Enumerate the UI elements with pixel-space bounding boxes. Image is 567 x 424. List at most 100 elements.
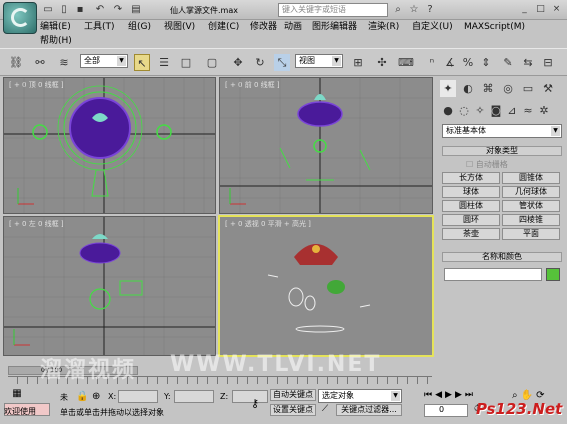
box-button[interactable]: 长方体: [442, 172, 500, 184]
viewport-top[interactable]: [ + 0 顶 0 线框 ]: [3, 77, 216, 214]
object-type-rollout[interactable]: 对象类型: [442, 146, 562, 156]
play-icon[interactable]: ▶: [445, 390, 455, 400]
set-key-button[interactable]: 设置关键点: [270, 404, 316, 416]
rect-selection-icon[interactable]: □: [178, 54, 194, 71]
plane-button[interactable]: 平面: [502, 228, 560, 240]
menu-tools[interactable]: 工具(T): [84, 22, 115, 33]
viewport-front[interactable]: [ + 0 前 0 线框 ]: [219, 77, 433, 214]
key-selection-select[interactable]: 选定对象 ▼: [318, 389, 402, 403]
help-icon[interactable]: ?: [424, 4, 436, 16]
search-input[interactable]: 键入关键字或短语: [278, 3, 388, 17]
project-folder-icon[interactable]: ▤: [130, 4, 142, 16]
menu-customize[interactable]: 自定义(U): [412, 22, 453, 33]
key-filters-button[interactable]: 关键点过滤器...: [336, 404, 402, 416]
tube-button[interactable]: 管状体: [502, 200, 560, 212]
select-by-name-icon[interactable]: ☰: [156, 54, 172, 71]
binoculars-icon[interactable]: ⌕: [392, 4, 404, 16]
selection-filter-select[interactable]: 全部 ▼: [80, 54, 128, 68]
go-end-icon[interactable]: ⏭: [465, 390, 476, 400]
menu-group[interactable]: 组(G): [128, 22, 151, 33]
close-button[interactable]: ×: [550, 3, 563, 16]
current-frame-field[interactable]: 0: [424, 404, 468, 417]
select-manipulate-icon[interactable]: ✣: [374, 54, 390, 71]
save-icon[interactable]: ▪: [74, 4, 86, 16]
x-coord-field[interactable]: [118, 390, 158, 403]
geosphere-button[interactable]: 几何球体: [502, 186, 560, 198]
hierarchy-tab-icon[interactable]: ⌘: [480, 80, 496, 97]
x-label: X:: [108, 392, 117, 401]
snap-toggle-icon[interactable]: ⁿ: [424, 54, 440, 71]
object-name-input[interactable]: [444, 268, 542, 281]
geometry-icon[interactable]: ●: [440, 102, 456, 119]
undo-icon[interactable]: ↶: [94, 4, 106, 16]
category-select[interactable]: 标准基本体 ▼: [442, 124, 562, 138]
autogrid-label: 自动栅格: [475, 160, 508, 169]
utilities-tab-icon[interactable]: ⚒: [540, 80, 556, 97]
angle-snap-icon[interactable]: ∡: [442, 54, 458, 71]
menu-create[interactable]: 创建(C): [208, 22, 239, 33]
maximize-button[interactable]: □: [534, 3, 547, 16]
menu-animation[interactable]: 动画: [284, 22, 302, 33]
torus-button[interactable]: 圆环: [442, 214, 500, 226]
shapes-icon[interactable]: ◌: [456, 102, 472, 119]
y-coord-field[interactable]: [174, 390, 214, 403]
percent-snap-icon[interactable]: %: [460, 54, 476, 71]
name-color-rollout[interactable]: 名称和颜色: [442, 252, 562, 262]
viewport-left[interactable]: [ + 0 左 0 线框 ]: [3, 216, 216, 356]
cameras-icon[interactable]: ◙: [488, 102, 504, 119]
spacewarps-icon[interactable]: ≈: [520, 102, 536, 119]
lights-icon[interactable]: ✧: [472, 102, 488, 119]
key-mode-icon[interactable]: ⟋: [318, 404, 332, 417]
redo-icon[interactable]: ↷: [112, 4, 124, 16]
unlink-icon[interactable]: ⚯: [32, 54, 48, 71]
scale-icon[interactable]: ⤡: [274, 54, 290, 71]
key-icon[interactable]: ⚷: [246, 392, 264, 416]
menu-edit[interactable]: 编辑(E): [40, 22, 71, 33]
move-icon[interactable]: ✥: [230, 54, 246, 71]
prev-frame-icon[interactable]: ◀: [435, 390, 445, 400]
rotate-icon[interactable]: ↻: [252, 54, 268, 71]
star-icon[interactable]: ☆: [408, 4, 420, 16]
go-start-icon[interactable]: ⏮: [424, 390, 435, 400]
new-file-icon[interactable]: ▭: [42, 4, 54, 16]
named-selection-icon[interactable]: ✎: [500, 54, 516, 71]
menu-views[interactable]: 视图(V): [164, 22, 195, 33]
select-object-icon[interactable]: ↖: [134, 54, 150, 71]
create-tab-icon[interactable]: ✦: [440, 80, 456, 97]
pyramid-button[interactable]: 四棱锥: [502, 214, 560, 226]
teapot-button[interactable]: 茶壶: [442, 228, 500, 240]
absolute-mode-icon[interactable]: ⊕: [92, 391, 100, 402]
spinner-snap-icon[interactable]: ⇕: [478, 54, 494, 71]
minimize-button[interactable]: _: [518, 3, 531, 16]
mini-listener-icon[interactable]: ▦: [10, 388, 24, 402]
viewport-perspective[interactable]: [ + 0 透视 0 平滑 + 高光 ]: [218, 215, 434, 357]
pivot-center-icon[interactable]: ⊞: [350, 54, 366, 71]
motion-tab-icon[interactable]: ◎: [500, 80, 516, 97]
cylinder-button[interactable]: 圆柱体: [442, 200, 500, 212]
menu-modifiers[interactable]: 修改器: [250, 22, 277, 33]
open-file-icon[interactable]: ▯: [58, 4, 70, 16]
menu-rendering[interactable]: 渲染(R): [368, 22, 399, 33]
app-logo-icon[interactable]: [3, 2, 37, 34]
menu-maxscript[interactable]: MAXScript(M): [464, 22, 525, 33]
menu-help[interactable]: 帮助(H): [40, 36, 72, 47]
modify-tab-icon[interactable]: ◐: [460, 80, 476, 97]
sphere-button[interactable]: 球体: [442, 186, 500, 198]
display-tab-icon[interactable]: ▭: [520, 80, 536, 97]
menu-graph-editors[interactable]: 图形编辑器: [312, 22, 357, 33]
helpers-icon[interactable]: ⊿: [504, 102, 520, 119]
object-color-swatch[interactable]: [546, 268, 560, 281]
keyboard-shortcut-icon[interactable]: ⌨: [398, 54, 414, 71]
reference-coord-select[interactable]: 视图 ▼: [295, 54, 343, 68]
align-icon[interactable]: ⊟: [540, 54, 556, 71]
mirror-icon[interactable]: ⇆: [520, 54, 536, 71]
systems-icon[interactable]: ✲: [536, 102, 552, 119]
bind-space-warp-icon[interactable]: ≋: [56, 54, 72, 71]
autogrid-checkbox[interactable]: ☐ 自动栅格: [466, 159, 508, 170]
next-frame-icon[interactable]: ▶: [455, 390, 465, 400]
auto-key-button[interactable]: 自动关键点: [270, 389, 316, 401]
cone-button[interactable]: 圆锥体: [502, 172, 560, 184]
link-icon[interactable]: ⛓: [8, 54, 24, 71]
lock-selection-icon[interactable]: 🔒: [76, 391, 88, 402]
window-crossing-icon[interactable]: ▢: [204, 54, 220, 71]
